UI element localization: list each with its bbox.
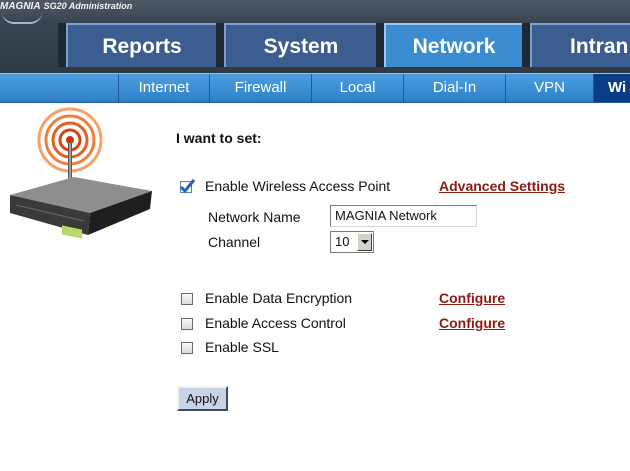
- access-control-checkbox[interactable]: [181, 318, 193, 330]
- configure-encryption-link[interactable]: Configure: [439, 290, 505, 306]
- channel-label: Channel: [208, 234, 261, 250]
- apply-button[interactable]: Apply: [177, 386, 228, 411]
- data-encryption-checkbox[interactable]: [181, 293, 193, 305]
- subnav-vpn[interactable]: VPN: [506, 74, 594, 102]
- sub-navigation: Internet Firewall Local Dial-In VPN Wi: [0, 73, 630, 103]
- tab-intranet-label: Intran: [570, 35, 629, 58]
- brand-logo: MAGNIA: [0, 1, 41, 12]
- wireless-ap-label: Enable Wireless Access Point: [205, 178, 391, 194]
- advanced-settings-link[interactable]: Advanced Settings: [439, 178, 565, 194]
- tab-divider: [58, 23, 66, 67]
- ssl-label: Enable SSL: [205, 339, 279, 355]
- tab-network[interactable]: Network: [384, 23, 522, 67]
- tab-divider: [522, 23, 530, 67]
- subnav-wireless-label: Wi: [608, 79, 627, 96]
- wireless-settings-panel: I want to set: Enable Wireless Access Po…: [0, 103, 630, 471]
- subnav-internet[interactable]: Internet: [118, 74, 210, 102]
- tab-reports[interactable]: Reports: [66, 23, 216, 67]
- access-control-label: Enable Access Control: [205, 315, 346, 331]
- tab-divider: [216, 23, 224, 67]
- subnav-firewall[interactable]: Firewall: [210, 74, 312, 102]
- subnav-vpn-label: VPN: [534, 79, 565, 96]
- subnav-firewall-label: Firewall: [234, 79, 287, 96]
- ssl-checkbox[interactable]: [181, 342, 193, 354]
- admin-window: MAGNIA SG20 Administration Reports System…: [0, 0, 630, 471]
- channel-value: 10: [335, 234, 350, 249]
- logo-swoosh-icon: [2, 12, 42, 24]
- subnav-local-label: Local: [339, 79, 376, 96]
- chevron-down-icon[interactable]: [357, 233, 372, 251]
- configure-access-control-link[interactable]: Configure: [439, 315, 505, 331]
- form-heading: I want to set:: [176, 130, 262, 146]
- network-name-label: Network Name: [208, 209, 301, 225]
- tab-intranet[interactable]: Intran: [530, 23, 630, 67]
- tab-reports-label: Reports: [102, 35, 182, 58]
- router-icon: [10, 107, 152, 239]
- wireless-ap-checkbox[interactable]: [179, 179, 196, 194]
- data-encryption-label: Enable Data Encryption: [205, 290, 353, 306]
- subnav-wireless[interactable]: Wi: [594, 74, 630, 102]
- checkmark-icon: [179, 179, 196, 194]
- tab-network-label: Network: [412, 35, 496, 58]
- tab-system[interactable]: System: [224, 23, 376, 67]
- tab-divider: [376, 23, 384, 67]
- header-bar: MAGNIA SG20 Administration Reports System…: [0, 0, 630, 73]
- subnav-dial-in-label: Dial-In: [432, 79, 477, 96]
- subnav-dial-in[interactable]: Dial-In: [404, 74, 506, 102]
- subnav-internet-label: Internet: [138, 79, 190, 96]
- network-name-input[interactable]: MAGNIA Network: [330, 205, 477, 227]
- subnav-local[interactable]: Local: [312, 74, 404, 102]
- app-subtitle: SG20 Administration: [43, 1, 133, 11]
- tab-system-label: System: [263, 35, 339, 58]
- channel-select[interactable]: 10: [330, 231, 374, 253]
